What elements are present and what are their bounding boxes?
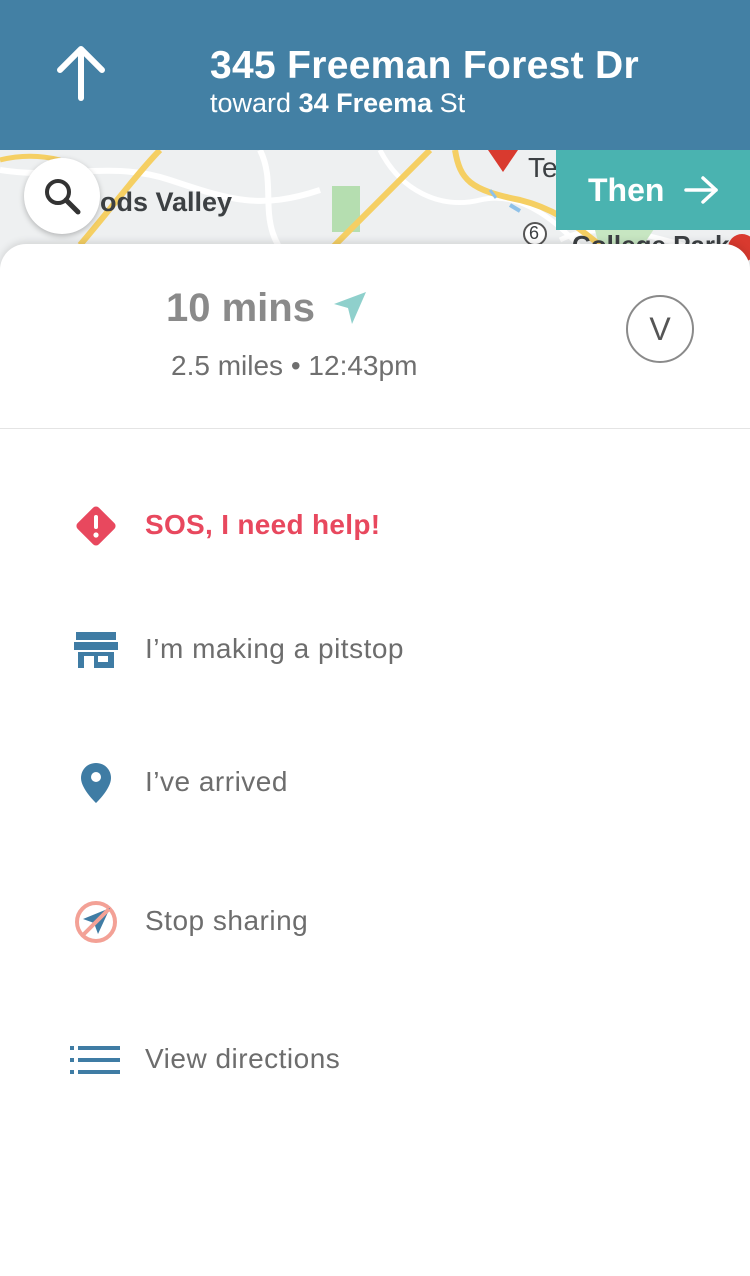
eta-time: 10 mins (166, 286, 315, 330)
arrow-up-icon (57, 46, 105, 101)
view-directions-label: View directions (145, 1043, 341, 1074)
pitstop-label: I’m making a pitstop (145, 633, 404, 664)
map-label: ods Valley (100, 187, 233, 217)
stop-sharing-label: Stop sharing (145, 905, 309, 936)
avatar[interactable]: V (626, 295, 694, 363)
toward-street-bold: 34 Freema (298, 88, 433, 118)
view-directions-action[interactable]: View directions (0, 1014, 750, 1104)
search-icon (45, 179, 81, 215)
then-button[interactable]: Then (556, 150, 750, 230)
trip-sheet: 10 mins 2.5 miles • 12:43pm V SOS, I nee… (0, 244, 750, 1276)
then-button-label: Then (588, 171, 665, 208)
search-button[interactable] (24, 158, 100, 234)
arrived-label: I’ve arrived (145, 766, 288, 797)
store-icon (68, 622, 124, 678)
pitstop-action[interactable]: I’m making a pitstop (0, 604, 750, 694)
sos-action[interactable]: SOS, I need help! (0, 480, 750, 570)
navigation-arrow-icon (334, 292, 366, 324)
stop-sharing-action[interactable]: Stop sharing (0, 876, 750, 966)
route-shield-label: 6 (529, 223, 540, 243)
navigation-header: 345 Freeman Forest Dr toward 34 Freema S… (0, 0, 750, 150)
stop-sharing-icon (68, 894, 124, 950)
list-icon (68, 1032, 124, 1088)
toward-street: toward 34 Freema St (210, 88, 465, 119)
arrived-action[interactable]: I’ve arrived (0, 737, 750, 827)
arrow-right-icon (684, 176, 719, 204)
sos-alert-icon (68, 498, 124, 554)
trip-details: 2.5 miles • 12:43pm (171, 350, 417, 382)
toward-street-suffix: St (439, 88, 466, 118)
divider (0, 428, 750, 429)
next-street-name: 345 Freeman Forest Dr (210, 44, 639, 87)
trip-distance: 2.5 miles (171, 350, 284, 381)
sos-label: SOS, I need help! (145, 509, 381, 540)
arrival-time: 12:43pm (308, 350, 418, 381)
toward-prefix: toward (210, 88, 292, 118)
location-pin-icon (68, 755, 124, 811)
separator: • (290, 350, 301, 381)
map-label: Te (528, 152, 558, 183)
